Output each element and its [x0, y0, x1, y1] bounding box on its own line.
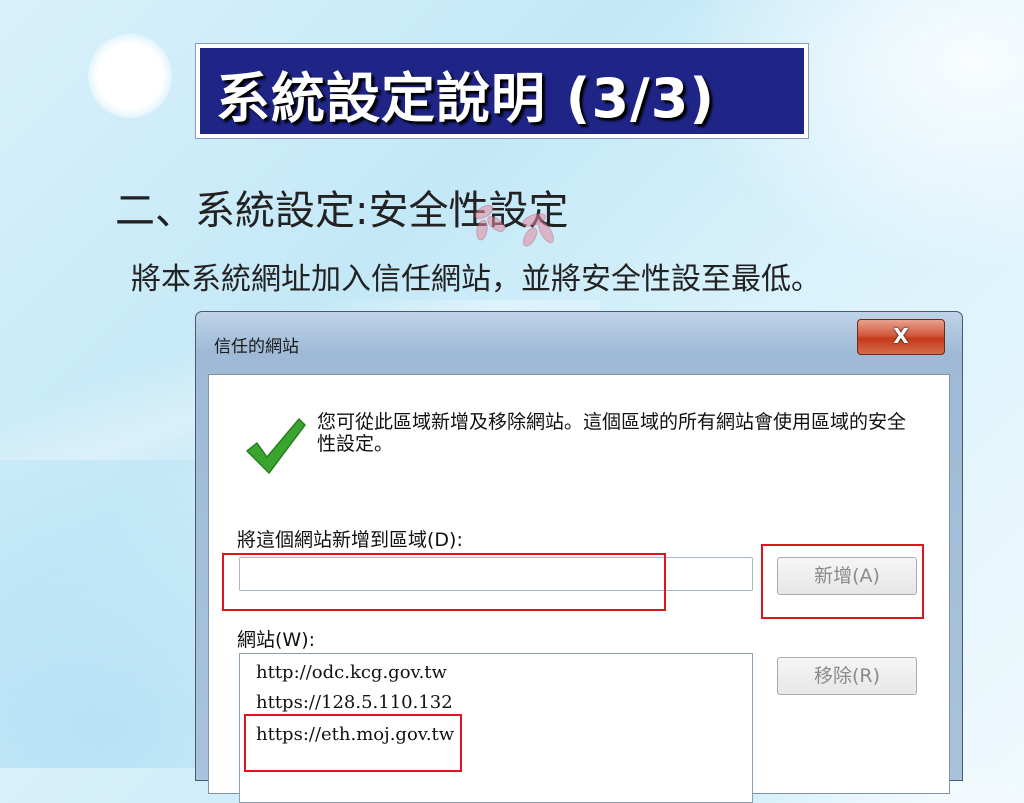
highlight-add-button — [761, 544, 924, 619]
slide-title-box: 系統設定說明 (3/3) — [196, 44, 808, 138]
slide-title: 系統設定說明 (3/3) — [216, 67, 716, 130]
sites-label: 網站(W): — [237, 629, 316, 651]
remove-button[interactable]: 移除(R) — [777, 657, 917, 695]
list-item[interactable]: http://odc.kcg.gov.tw — [256, 662, 447, 683]
close-button[interactable]: X — [857, 319, 945, 355]
dialog-title: 信任的網站 — [214, 337, 299, 357]
background-glow — [88, 34, 172, 118]
instruction-text: 將本系統網址加入信任網站，並將安全性設至最低。 — [131, 262, 821, 297]
highlight-add-input — [222, 553, 666, 611]
add-site-label: 將這個網站新增到區域(D): — [237, 529, 463, 551]
checkmark-icon — [246, 418, 306, 474]
zone-info-text: 您可從此區域新增及移除網站。這個區域的所有網站會使用區域的安全性設定。 — [317, 411, 907, 455]
highlight-site-entry — [244, 714, 462, 772]
flower-decoration — [474, 204, 554, 247]
list-item[interactable]: https://128.5.110.132 — [256, 692, 453, 713]
